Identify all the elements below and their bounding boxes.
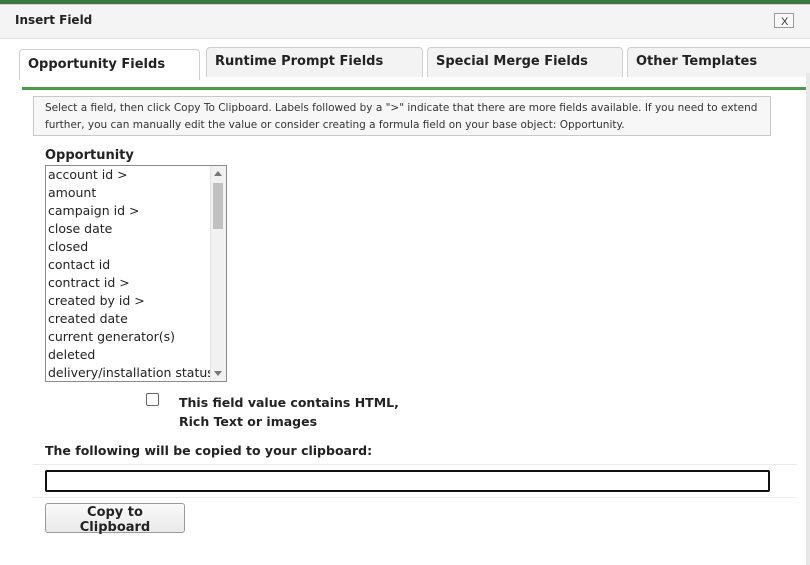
tab-runtime-prompt-fields[interactable]: Runtime Prompt Fields [206, 47, 423, 77]
close-button[interactable]: X [774, 13, 794, 28]
scrollbar-thumb[interactable] [213, 183, 223, 229]
clipboard-value-input[interactable] [45, 470, 770, 492]
list-item[interactable]: current generator(s) [48, 328, 175, 346]
dialog-right-edge [806, 73, 810, 565]
listbox-scrollbar[interactable] [210, 166, 226, 381]
list-item[interactable]: campaign id > [48, 202, 139, 220]
list-item[interactable]: account id > [48, 166, 128, 184]
dialog-body: Opportunity Fields Runtime Prompt Fields… [0, 39, 810, 565]
scroll-up-icon[interactable] [214, 171, 222, 176]
clipboard-label: The following will be copied to your cli… [45, 443, 373, 458]
list-item[interactable]: created date [48, 310, 128, 328]
instructions-box: Select a field, then click Copy To Clipb… [33, 96, 771, 136]
list-item[interactable]: amount [48, 184, 96, 202]
tab-opportunity-fields[interactable]: Opportunity Fields [19, 49, 200, 80]
list-item[interactable]: closed [48, 238, 88, 256]
list-item[interactable]: created by id > [48, 292, 145, 310]
opportunity-fields-panel: Select a field, then click Copy To Clipb… [22, 87, 808, 535]
dialog-title: Insert Field [15, 13, 93, 27]
html-content-checkbox-label: This field value contains HTML, Rich Tex… [179, 395, 399, 429]
divider [33, 497, 797, 498]
tab-bar: Opportunity Fields Runtime Prompt Fields… [19, 47, 810, 80]
tab-other-templates[interactable]: Other Templates [627, 47, 810, 77]
list-item[interactable]: deleted [48, 346, 95, 364]
scroll-down-icon[interactable] [214, 371, 222, 376]
dialog-title-bar: Insert Field X [0, 5, 810, 39]
list-item[interactable]: delivery/installation status [48, 364, 214, 381]
field-list-label: Opportunity [45, 148, 134, 163]
instructions-line-1: Select a field, then click Copy To Clipb… [45, 102, 758, 114]
list-item[interactable]: close date [48, 220, 112, 238]
instructions-line-2: further, you can manually edit the value… [45, 119, 625, 131]
field-listbox[interactable]: account id > amount campaign id > close … [45, 165, 227, 382]
copy-to-clipboard-button[interactable]: Copy to Clipboard [45, 503, 185, 535]
insert-field-dialog: Insert Field X Opportunity Fields Runtim… [0, 4, 810, 565]
divider [33, 464, 797, 465]
html-content-checkbox[interactable] [146, 393, 159, 406]
close-icon: X [781, 16, 789, 28]
tab-special-merge-fields[interactable]: Special Merge Fields [427, 47, 623, 77]
list-item[interactable]: contract id > [48, 274, 130, 292]
list-item[interactable]: contact id [48, 256, 110, 274]
